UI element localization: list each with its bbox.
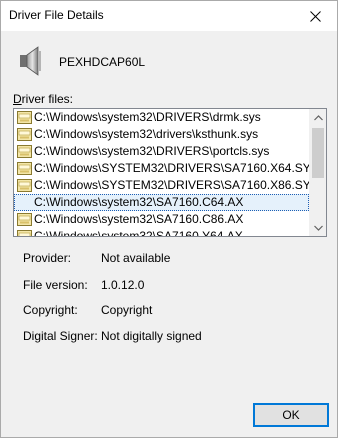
driver-file-icon [17,145,32,158]
driver-file-icon [17,162,32,175]
device-name: PEXHDCAP60L [59,55,146,69]
chevron-up-icon [314,114,323,120]
provider-value: Not available [101,251,171,265]
driver-file-item[interactable]: C:\Windows\system32\DRIVERS\drmk.sys [14,109,309,126]
driver-file-details-dialog: Driver File Details PEXHDCAP60L Driver f… [0,0,338,438]
digital-signer-value: Not digitally signed [101,329,202,343]
provider-row: Provider: Not available [23,251,323,267]
driver-file-path: C:\Windows\system32\DRIVERS\drmk.sys [34,110,261,124]
ok-button[interactable]: OK [253,403,329,427]
chevron-down-icon [314,225,323,231]
provider-label: Provider: [23,251,72,265]
scroll-down-button[interactable] [310,219,326,236]
driver-file-path: C:\Windows\system32\SA7160.C86.AX [34,212,244,226]
driver-file-path: C:\Windows\system32\DRIVERS\portcls.sys [34,144,270,158]
copyright-label: Copyright: [23,303,78,317]
driver-file-item[interactable]: C:\Windows\system32\SA7160.Y64.AX [14,228,309,236]
driver-file-path: C:\Windows\SYSTEM32\DRIVERS\SA7160.X86.S… [34,178,309,192]
digital-signer-label: Digital Signer: [23,329,98,343]
scroll-up-button[interactable] [310,109,326,126]
driver-file-item[interactable]: C:\Windows\system32\DRIVERS\portcls.sys [14,143,309,160]
copyright-value: Copyright [101,303,153,317]
file-version-label: File version: [23,278,88,292]
driver-file-item-selected[interactable]: C:\Windows\system32\SA7160.C64.AX [14,194,309,211]
file-version-value: 1.0.12.0 [101,278,145,292]
file-version-row: File version: 1.0.12.0 [23,278,323,294]
driver-file-path: C:\Windows\system32\drivers\ksthunk.sys [34,127,259,141]
window-title: Driver File Details [9,8,104,22]
close-icon [309,10,321,22]
driver-file-item[interactable]: C:\Windows\system32\drivers\ksthunk.sys [14,126,309,143]
title-bar[interactable]: Driver File Details [1,1,337,31]
driver-file-item[interactable]: C:\Windows\SYSTEM32\DRIVERS\SA7160.X64.S… [14,160,309,177]
speaker-icon [20,46,41,76]
driver-files-label: Driver files: [13,92,74,106]
driver-file-path: C:\Windows\SYSTEM32\DRIVERS\SA7160.X64.S… [34,161,309,175]
driver-files-rows: C:\Windows\system32\DRIVERS\drmk.sys C:\W… [14,109,309,236]
driver-file-icon [17,179,32,192]
close-button[interactable] [293,1,337,31]
driver-file-icon [17,111,32,124]
driver-file-path: C:\Windows\system32\SA7160.Y64.AX [34,229,243,236]
driver-files-list[interactable]: C:\Windows\system32\DRIVERS\drmk.sys C:\W… [13,108,327,237]
vertical-scrollbar[interactable] [309,109,326,236]
copyright-row: Copyright: Copyright [23,303,323,319]
driver-file-item[interactable]: C:\Windows\system32\SA7160.C86.AX [14,211,309,228]
driver-file-icon [17,230,32,236]
driver-file-icon [17,213,32,226]
scroll-thumb[interactable] [312,128,324,178]
driver-file-path: C:\Windows\system32\SA7160.C64.AX [34,195,244,209]
digital-signer-row: Digital Signer: Not digitally signed [23,329,323,345]
driver-file-icon [17,128,32,141]
driver-file-item[interactable]: C:\Windows\SYSTEM32\DRIVERS\SA7160.X86.S… [14,177,309,194]
